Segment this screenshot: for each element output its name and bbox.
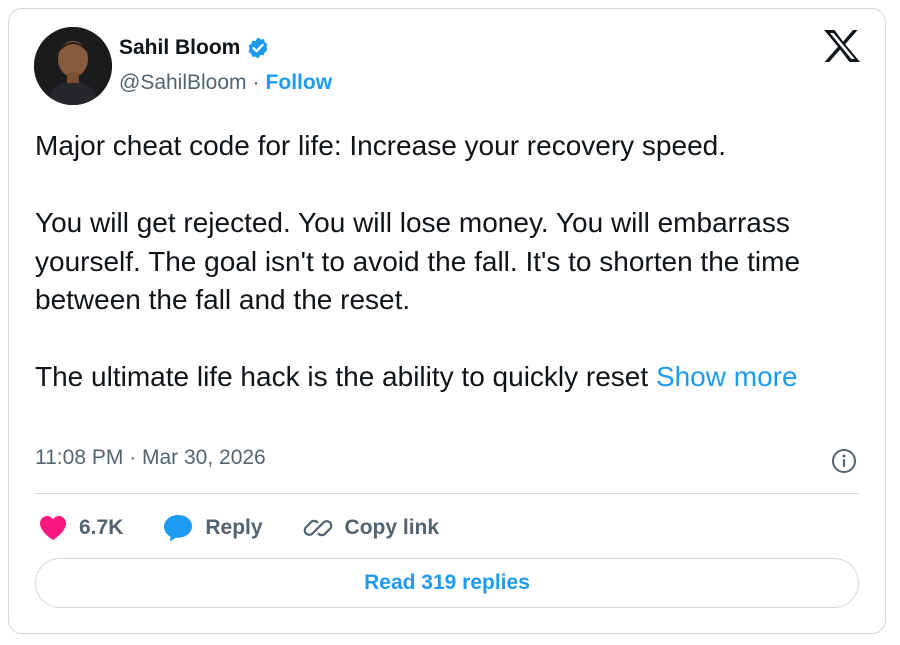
tweet-paragraph: The ultimate life hack is the ability to…: [35, 361, 656, 392]
handle-separator: ·: [252, 71, 260, 94]
author-handle[interactable]: @SahilBloom: [119, 71, 247, 95]
follow-button[interactable]: Follow: [266, 71, 333, 95]
tweet-card: Sahil Bloom @SahilBloom · Follow Major c…: [8, 8, 886, 634]
tweet-text: Major cheat code for life: Increase your…: [35, 127, 845, 397]
copy-link-label: Copy link: [344, 516, 440, 539]
author-name-row: Sahil Bloom: [119, 36, 270, 60]
speech-bubble-icon: [163, 514, 193, 542]
read-replies-button[interactable]: Read 319 replies: [35, 558, 859, 608]
copy-link-button[interactable]: Copy link: [303, 513, 440, 543]
link-icon: [303, 513, 333, 543]
x-logo-icon[interactable]: [823, 29, 861, 63]
verified-badge-icon: [246, 36, 270, 60]
heart-icon: [39, 515, 67, 541]
tweet-paragraph: You will get rejected. You will lose mon…: [35, 207, 801, 315]
divider: [35, 493, 859, 494]
author-handle-row: @SahilBloom · Follow: [119, 71, 332, 95]
action-bar: 6.7K Reply Copy link: [39, 511, 479, 545]
show-more-link[interactable]: Show more: [656, 361, 798, 392]
author-avatar[interactable]: [34, 27, 112, 105]
like-button[interactable]: 6.7K: [39, 515, 123, 541]
like-count: 6.7K: [79, 516, 124, 539]
tweet-timestamp[interactable]: 11:08 PM · Mar 30, 2026: [35, 446, 266, 470]
info-icon[interactable]: [831, 448, 857, 474]
tweet-paragraph: Major cheat code for life: Increase your…: [35, 130, 727, 161]
reply-label: Reply: [205, 516, 263, 539]
reply-button[interactable]: Reply: [163, 514, 263, 542]
author-name[interactable]: Sahil Bloom: [119, 36, 240, 60]
